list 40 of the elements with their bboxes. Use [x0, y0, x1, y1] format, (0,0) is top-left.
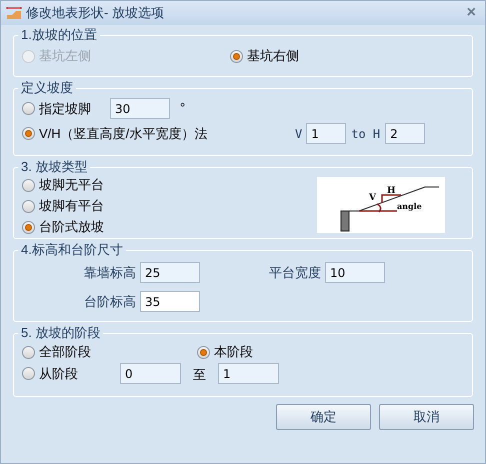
diagram-label: H: [387, 186, 396, 196]
radio-button[interactable]: 坡脚有平台: [22, 197, 317, 215]
radio-circle[interactable]: [230, 50, 243, 62]
field-label: 靠墙标高: [83, 264, 137, 282]
input-field[interactable]: 1: [218, 363, 279, 384]
group-title: 5. 放坡的阶段: [20, 326, 102, 341]
h-label: to H: [351, 126, 380, 142]
dialog-button[interactable]: 取消: [379, 404, 474, 430]
radio-button[interactable]: 本阶段: [197, 343, 253, 361]
diagram-label: V: [369, 193, 376, 203]
field-label: 台阶标高: [83, 292, 137, 311]
group-title: 3. 放坡类型: [20, 160, 88, 175]
radio-button[interactable]: 坡脚无平台: [22, 176, 317, 194]
v-label: V: [295, 126, 302, 142]
radio-circle[interactable]: [22, 127, 35, 140]
input-field[interactable]: 0: [120, 363, 181, 384]
radio-circle[interactable]: [197, 346, 210, 358]
group-title: 4.标高和台阶尺寸: [20, 243, 124, 258]
input-field[interactable]: 35: [140, 291, 200, 312]
radio-button[interactable]: 从阶段: [22, 364, 120, 382]
radio-button[interactable]: 基坑右侧: [230, 47, 299, 65]
radio-button[interactable]: 指定坡脚: [22, 100, 100, 118]
input-field[interactable]: 30: [110, 98, 170, 119]
window-title: 修改地表形状- 放坡选项: [26, 4, 164, 22]
input-field[interactable]: 2: [385, 123, 426, 144]
input-field[interactable]: 10: [325, 262, 385, 283]
field-label: 平台宽度: [268, 264, 322, 282]
input-field[interactable]: 25: [140, 262, 200, 283]
radio-button[interactable]: 台阶式放坡: [22, 218, 317, 236]
radio-button[interactable]: V/H（竖直高度/水平宽度）法: [22, 124, 295, 142]
field-label: 至: [193, 366, 206, 384]
dialog-button[interactable]: 确定: [276, 404, 371, 430]
group-title: 1.放坡的位置: [20, 28, 98, 43]
radio-circle[interactable]: [22, 220, 35, 234]
radio-button[interactable]: 全部阶段: [22, 343, 197, 361]
slope-icon: [6, 6, 22, 20]
degree-sign: °: [180, 99, 186, 117]
input-field[interactable]: 1: [306, 123, 346, 144]
diagram-label: angle: [397, 201, 422, 211]
group-title: 定义坡度: [20, 81, 74, 96]
